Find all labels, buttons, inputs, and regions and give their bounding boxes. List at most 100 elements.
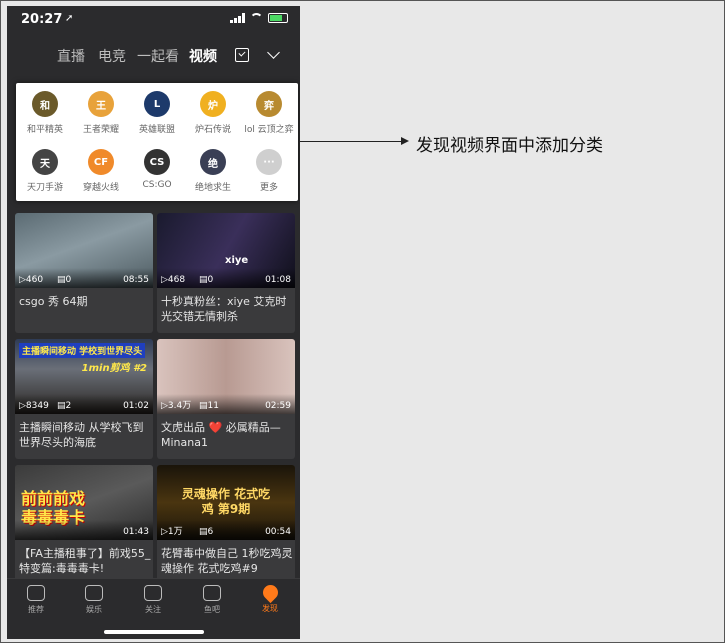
video-thumbnail: ▷3.4万 ▤11 02:59 [157, 339, 295, 414]
nav-label: 发现 [262, 604, 278, 613]
location-icon: ➚ [65, 13, 74, 24]
video-thumbnail: ▷460 ▤0 08:55 [15, 213, 153, 288]
video-card[interactable]: 前前前戏 毒毒毒卡 01:43 【FA主播租事了】前戏55_特变篇:毒毒毒卡! [15, 465, 153, 585]
video-duration: 08:55 [123, 275, 149, 285]
category-label: 和平精英 [26, 125, 63, 135]
nav-label: 鱼吧 [204, 605, 220, 614]
category-label: 天刀手游 [26, 183, 63, 193]
category-item[interactable]: 王王者荣耀 [73, 85, 129, 141]
view-count: ▷468 [161, 275, 186, 285]
comment-count: ▤2 [57, 401, 72, 411]
video-title: 主播瞬间移动 从学校飞到世界尽头的海底 [19, 421, 144, 449]
category-item[interactable]: CS CS:GO [129, 143, 185, 199]
video-thumbnail: 主播瞬间移动 学校到世界尽头 1min剪鸡 #2 ▷8349 ▤2 01:02 [15, 339, 153, 414]
category-item[interactable]: 和和平精英 [17, 85, 73, 141]
video-card[interactable]: ▷460 ▤0 08:55 csgo 秀 64期 [15, 213, 153, 333]
video-duration: 02:59 [265, 401, 291, 411]
status-bar: 20:27 ➚ [7, 6, 300, 34]
video-thumbnail: 前前前戏 毒毒毒卡 01:43 [15, 465, 153, 540]
annotation-arrow-line [300, 141, 404, 142]
video-thumbnail: xiye ▷468 ▤0 01:08 [157, 213, 295, 288]
video-title: 文虎出品 ❤️ 必属精品—Minana1 [161, 421, 281, 449]
video-thumbnail: 灵魂操作 花式吃鸡 第9期 ▷1万 ▤6 00:54 [157, 465, 295, 540]
video-camera-icon [27, 585, 45, 601]
status-icons [230, 13, 288, 23]
video-card[interactable]: ▷3.4万 ▤11 02:59 文虎出品 ❤️ 必属精品—Minana1 [157, 339, 295, 459]
category-label: lol 云顶之弈 [244, 125, 294, 135]
category-item[interactable]: CF 穿越火线 [73, 143, 129, 199]
nav-item-follow[interactable]: 关注 [128, 585, 178, 615]
fish-icon [203, 585, 221, 601]
thumbnail-caption: 灵魂操作 花式吃鸡 第9期 [181, 487, 271, 516]
nav-label: 推荐 [28, 605, 44, 614]
game-logo-icon: 绝 [200, 149, 226, 175]
top-tab-bar: 直播 电竞 一起看 视频 [7, 46, 300, 70]
view-count: ▷460 [19, 275, 44, 285]
view-count: ▷8349 [19, 401, 49, 411]
nav-label: 关注 [145, 605, 161, 614]
video-card[interactable]: 主播瞬间移动 学校到世界尽头 1min剪鸡 #2 ▷8349 ▤2 01:02 … [15, 339, 153, 459]
nav-item-discover[interactable]: 发现 [245, 581, 295, 614]
game-logo-icon: 天 [32, 149, 58, 175]
rocket-icon [259, 581, 281, 604]
game-logo-icon: 炉 [200, 91, 226, 117]
category-panel: 和和平精英 王王者荣耀 L 英雄联盟 炉炉石传说 弈 lol 云顶之弈 天天刀手游 … [16, 83, 298, 201]
annotation-arrow-head [401, 137, 409, 145]
video-title: csgo 秀 64期 [19, 295, 88, 308]
video-duration: 01:08 [265, 275, 291, 285]
category-label: CS:GO [142, 180, 172, 190]
signal-icon [230, 13, 245, 23]
category-item[interactable]: ··· 更多 [241, 143, 297, 199]
thumbnail-caption: 主播瞬间移动 学校到世界尽头 [19, 343, 146, 358]
category-label: 穿越火线 [82, 183, 119, 193]
view-count: ▷1万 [161, 527, 183, 537]
category-item[interactable]: 天天刀手游 [17, 143, 73, 199]
calendar-check-icon[interactable] [235, 48, 249, 62]
tab-video[interactable]: 视频 [189, 46, 217, 66]
category-label: 王者荣耀 [82, 125, 119, 135]
star-icon [85, 585, 103, 601]
category-label: 更多 [259, 183, 278, 193]
video-card[interactable]: 灵魂操作 花式吃鸡 第9期 ▷1万 ▤6 00:54 花臂毒中做自己 1秒吃鸡灵… [157, 465, 295, 585]
view-count: ▷3.4万 [161, 401, 192, 411]
category-label: 英雄联盟 [138, 125, 175, 135]
chevron-down-icon[interactable] [267, 46, 280, 59]
comment-count: ▤0 [199, 275, 214, 285]
video-duration: 01:02 [123, 401, 149, 411]
video-duration: 01:43 [123, 527, 149, 537]
category-item[interactable]: 绝绝地求生 [185, 143, 241, 199]
nav-item-recommend[interactable]: 推荐 [11, 585, 61, 615]
annotation-text: 发现视频界面中添加分类 [416, 136, 603, 156]
category-label: 炉石传说 [194, 125, 231, 135]
category-item[interactable]: L 英雄联盟 [129, 85, 185, 141]
more-icon: ··· [256, 149, 282, 175]
nav-item-entertainment[interactable]: 娱乐 [69, 585, 119, 615]
video-title: 十秒真粉丝：xiye 艾克时光交错无情刺杀 [161, 295, 287, 323]
status-time: 20:27 [21, 12, 63, 27]
video-duration: 00:54 [265, 527, 291, 537]
thumbnail-caption: xiye [225, 255, 249, 266]
comment-count: ▤0 [57, 275, 72, 285]
battery-icon [268, 13, 288, 23]
game-logo-icon: L [144, 91, 170, 117]
tab-esports[interactable]: 电竞 [98, 46, 126, 66]
comment-count: ▤6 [199, 527, 214, 537]
video-card[interactable]: xiye ▷468 ▤0 01:08 十秒真粉丝：xiye 艾克时光交错无情刺杀 [157, 213, 295, 333]
tab-watch-together[interactable]: 一起看 [137, 46, 179, 66]
category-item[interactable]: 弈 lol 云顶之弈 [241, 85, 297, 141]
phone-screen: 20:27 ➚ 直播 电竞 一起看 视频 和和平精英 王王者荣耀 L 英雄联盟 炉… [7, 6, 300, 639]
category-item[interactable]: 炉炉石传说 [185, 85, 241, 141]
tab-live[interactable]: 直播 [57, 46, 85, 66]
nav-label: 娱乐 [86, 605, 102, 614]
category-label: 绝地求生 [194, 183, 231, 193]
heart-icon [144, 585, 162, 601]
game-logo-icon: 王 [88, 91, 114, 117]
game-logo-icon: CF [88, 149, 114, 175]
game-logo-icon: 弈 [256, 91, 282, 117]
game-logo-icon: CS [144, 149, 170, 175]
home-indicator[interactable] [104, 630, 204, 634]
video-title: 花臂毒中做自己 1秒吃鸡灵魂操作 花式吃鸡#9 [161, 547, 293, 575]
comment-count: ▤11 [199, 401, 219, 411]
game-logo-icon: 和 [32, 91, 58, 117]
nav-item-fishbar[interactable]: 鱼吧 [187, 585, 237, 615]
